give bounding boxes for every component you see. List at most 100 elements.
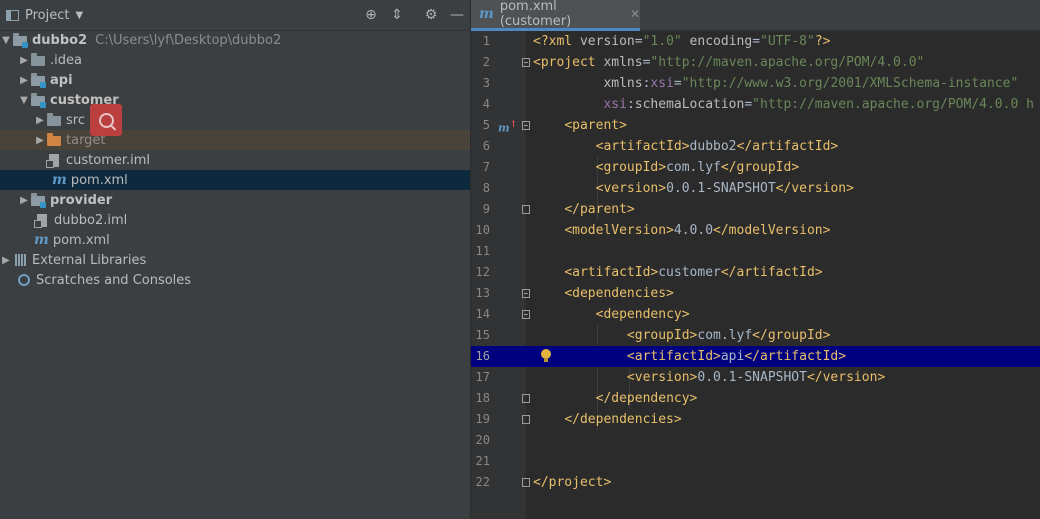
expand-arrow-icon[interactable]: ▶ xyxy=(34,115,46,126)
code-line[interactable]: 5 m↑ <parent> xyxy=(471,115,1040,136)
code-line[interactable]: 11 xyxy=(471,241,1040,262)
tree-node-dubbo2[interactable]: ▼ dubbo2 C:\Users\lyf\Desktop\dubbo2 xyxy=(0,30,470,50)
fold-end-marker-icon[interactable] xyxy=(522,478,530,487)
fold-marker-icon[interactable] xyxy=(522,310,530,319)
tree-node-provider[interactable]: ▶ provider xyxy=(0,190,470,210)
code-line[interactable]: 2 <project xmlns="http://maven.apache.org… xyxy=(471,52,1040,73)
tree-node-idea[interactable]: ▶ .idea xyxy=(0,50,470,70)
code-line[interactable]: 13 <dependencies> xyxy=(471,283,1040,304)
code-area[interactable]: 1 <?xml version="1.0" encoding="UTF-8"?> … xyxy=(471,31,1040,519)
tree-node-label: customer.iml xyxy=(66,152,151,168)
expand-arrow-icon[interactable]: ▶ xyxy=(0,255,12,266)
code-line[interactable]: 17 <version>0.0.1-SNAPSHOT</version> xyxy=(471,367,1040,388)
fold-marker-icon[interactable] xyxy=(522,121,530,130)
code-line[interactable]: 10 <modelVersion>4.0.0</modelVersion> xyxy=(471,220,1040,241)
line-number: 2 xyxy=(482,55,490,69)
tree-node-customer-pom[interactable]: m pom.xml xyxy=(0,170,470,190)
project-panel-title[interactable]: Project xyxy=(25,8,69,23)
code-line[interactable]: 15 <groupId>com.lyf</groupId> xyxy=(471,325,1040,346)
editor-panel: m pom.xml (customer) ✕ 1 <?xml version="1… xyxy=(471,0,1040,519)
tree-node-customer-iml[interactable]: customer.iml xyxy=(0,150,470,170)
code-line[interactable]: 6 <artifactId>dubbo2</artifactId> xyxy=(471,136,1040,157)
module-folder-icon xyxy=(30,72,46,88)
iml-file-icon xyxy=(46,152,62,168)
tree-node-scratches[interactable]: Scratches and Consoles xyxy=(0,270,470,290)
tree-node-external-libraries[interactable]: ▶ External Libraries xyxy=(0,250,470,270)
project-view-icon xyxy=(6,9,19,21)
line-number: 8 xyxy=(482,181,490,195)
line-number: 20 xyxy=(475,433,490,447)
line-number: 17 xyxy=(475,370,490,384)
panel-toolbar: ⊕ ⇕ ⚙ — xyxy=(358,0,470,30)
tree-node-customer[interactable]: ▼ customer xyxy=(0,90,470,110)
line-number: 6 xyxy=(482,139,490,153)
fold-end-marker-icon[interactable] xyxy=(522,205,530,214)
code-line[interactable]: 21 xyxy=(471,451,1040,472)
expand-arrow-icon[interactable]: ▼ xyxy=(0,35,12,46)
scratches-icon xyxy=(16,272,32,288)
locate-file-icon[interactable]: ⊕ xyxy=(358,7,384,23)
line-number: 12 xyxy=(475,265,490,279)
library-icon xyxy=(12,252,28,268)
tree-node-label: External Libraries xyxy=(32,252,147,268)
close-icon[interactable]: ✕ xyxy=(630,7,640,21)
fold-marker-icon[interactable] xyxy=(522,289,530,298)
tree-node-label: Scratches and Consoles xyxy=(36,272,192,288)
line-number: 10 xyxy=(475,223,490,237)
line-number: 22 xyxy=(475,475,490,489)
code-line[interactable]: 7 <groupId>com.lyf</groupId> xyxy=(471,157,1040,178)
code-line[interactable]: 19 </dependencies> xyxy=(471,409,1040,430)
expand-arrow-icon[interactable]: ▶ xyxy=(18,75,30,86)
view-dropdown-icon[interactable]: ▼ xyxy=(75,10,83,21)
code-line[interactable]: 1 <?xml version="1.0" encoding="UTF-8"?> xyxy=(471,31,1040,52)
code-line-current[interactable]: 16 <artifactId>api</artifactId> xyxy=(471,346,1040,367)
tree-node-target[interactable]: ▶ target xyxy=(0,130,470,150)
fold-end-marker-icon[interactable] xyxy=(522,415,530,424)
line-number: 9 xyxy=(482,202,490,216)
hide-panel-icon[interactable]: — xyxy=(444,7,470,23)
dependency-artifact-id: api xyxy=(720,349,745,364)
tree-node-label: provider xyxy=(50,192,113,208)
code-line[interactable]: 12 <artifactId>customer</artifactId> xyxy=(471,262,1040,283)
line-number: 16 xyxy=(475,349,490,363)
expand-arrow-icon[interactable]: ▶ xyxy=(18,55,30,66)
line-number: 15 xyxy=(475,328,490,342)
xmlns-value: "http://maven.apache.org/POM/4.0.0" xyxy=(650,55,925,70)
search-overlay-icon[interactable] xyxy=(90,104,122,136)
parent-version: 0.0.1-SNAPSHOT xyxy=(666,181,776,196)
collapse-all-icon[interactable]: ⇕ xyxy=(384,7,410,23)
expand-arrow-icon[interactable]: ▶ xyxy=(34,135,46,146)
editor-tab-pom[interactable]: m pom.xml (customer) ✕ xyxy=(471,0,640,31)
line-number: 19 xyxy=(475,412,490,426)
fold-marker-icon[interactable] xyxy=(522,58,530,67)
code-line[interactable]: 3 xmlns:xsi="http://www.w3.org/2001/XMLS… xyxy=(471,73,1040,94)
tree-node-label: pom.xml xyxy=(70,172,128,188)
expand-arrow-icon[interactable]: ▶ xyxy=(18,195,30,206)
code-line[interactable]: 8 <version>0.0.1-SNAPSHOT</version> xyxy=(471,178,1040,199)
tree-node-dubbo2-iml[interactable]: dubbo2.iml xyxy=(0,210,470,230)
code-line[interactable]: 14 <dependency> xyxy=(471,304,1040,325)
tree-node-src[interactable]: ▶ src xyxy=(0,110,470,130)
xml-version-value: "1.0" xyxy=(642,34,682,49)
dependency-version: 0.0.1-SNAPSHOT xyxy=(697,370,807,385)
tree-node-api[interactable]: ▶ api xyxy=(0,70,470,90)
code-line[interactable]: 22 </project> xyxy=(471,472,1040,493)
model-version: 4.0.0 xyxy=(673,223,714,238)
tree-node-label: .idea xyxy=(50,52,82,68)
fold-end-marker-icon[interactable] xyxy=(522,394,530,403)
tree-node-root-pom[interactable]: m pom.xml xyxy=(0,230,470,250)
code-line[interactable]: 20 xyxy=(471,430,1040,451)
code-line[interactable]: 9 </parent> xyxy=(471,199,1040,220)
expand-arrow-icon[interactable]: ▼ xyxy=(18,95,30,106)
line-number: 1 xyxy=(482,34,490,48)
code-line[interactable]: 4 xsi:schemaLocation="http://maven.apach… xyxy=(471,94,1040,115)
gear-icon[interactable]: ⚙ xyxy=(418,7,444,23)
module-folder-icon xyxy=(30,192,46,208)
module-folder-icon xyxy=(12,32,28,48)
folder-icon xyxy=(30,52,46,68)
code-line[interactable]: 18 </dependency> xyxy=(471,388,1040,409)
dependency-group-id: com.lyf xyxy=(697,328,753,343)
line-number: 13 xyxy=(475,286,490,300)
project-panel-header: Project ▼ ⊕ ⇕ ⚙ — xyxy=(0,0,470,31)
tree-node-label: api xyxy=(50,72,73,88)
